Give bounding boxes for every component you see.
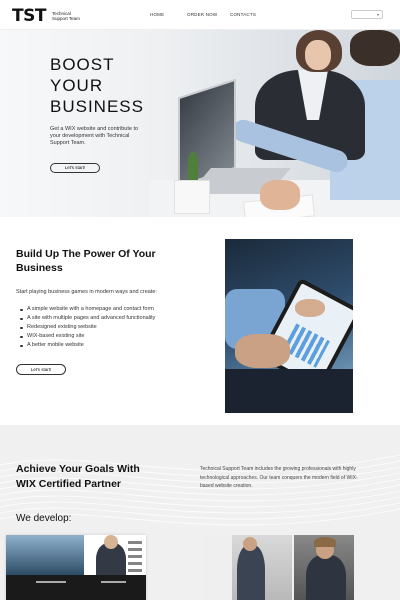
lets-start-button-2[interactable]: Let's start!: [16, 364, 66, 375]
hero-title-line: BUSINESS: [50, 97, 144, 116]
section-description: Technical Support Team includes the grow…: [200, 466, 358, 489]
photo-hand-2: [235, 334, 290, 368]
team-member-photo: [294, 535, 354, 600]
site-header: TST Technical Support Team HOME ORDER NO…: [0, 0, 400, 30]
nav-order-now[interactable]: ORDER NOW: [187, 12, 217, 17]
power-section: Build Up The Power Of Your Business Star…: [0, 217, 400, 425]
photo-suit: [225, 369, 353, 413]
mockup-dark-bar: [6, 575, 146, 600]
whiteboard: [202, 535, 232, 600]
list-item: A better mobile website: [20, 341, 155, 350]
hero-person-hair: [350, 30, 400, 66]
team-member-hair: [314, 537, 336, 547]
goals-section: Achieve Your Goals With WIX Certified Pa…: [0, 425, 400, 600]
section-intro: Start playing business games in modern w…: [16, 289, 157, 295]
lets-start-button[interactable]: Let's start!: [50, 163, 100, 173]
hero-plant: [188, 152, 198, 182]
chevron-down-icon: ▾: [376, 12, 379, 17]
list-item: A site with multiple pages and advanced …: [20, 314, 155, 323]
services-list: A simple website with a homepage and con…: [20, 305, 155, 350]
hero-description: Get a WIX website and contribute to your…: [50, 126, 139, 146]
hero-person-face: [305, 40, 331, 70]
presenter-head: [243, 537, 257, 551]
section-title: Build Up The Power Of Your Business: [16, 248, 156, 274]
hero-title-line: YOUR: [50, 76, 104, 95]
mockup-text-line: [36, 581, 66, 583]
nav-contacts[interactable]: CONTACTS: [230, 12, 256, 17]
hero-hand: [260, 180, 300, 210]
hero-section: BOOST YOUR BUSINESS Get a WIX website an…: [0, 30, 400, 217]
logo-text: Technical Support Team: [51, 11, 80, 21]
logo[interactable]: TST Technical Support Team: [12, 6, 82, 26]
hero-cup: [174, 180, 210, 214]
mockup-city-image: [6, 535, 84, 575]
logo-mark: TST: [12, 6, 46, 26]
hero-title-line: BOOST: [50, 55, 115, 74]
presenter: [237, 545, 265, 600]
section-title: Achieve Your Goals With WIX Certified Pa…: [16, 463, 140, 490]
hero-title: BOOST YOUR BUSINESS: [50, 54, 144, 117]
list-item: WIX-based existing site: [20, 332, 155, 341]
team-member: [306, 555, 346, 600]
list-item: A simple website with a homepage and con…: [20, 305, 155, 314]
presenter-photo: [202, 535, 292, 600]
website-mockup-image: [6, 535, 146, 600]
language-selector[interactable]: ▾: [351, 10, 383, 19]
mockup-person-head: [104, 535, 118, 549]
tablet-photo: [225, 239, 353, 413]
nav-home[interactable]: HOME: [150, 12, 164, 17]
list-item: Redesigned existing website: [20, 323, 155, 332]
mockup-text-line: [101, 581, 126, 583]
section-subtitle: We develop:: [16, 513, 72, 524]
photo-hand: [295, 299, 325, 317]
